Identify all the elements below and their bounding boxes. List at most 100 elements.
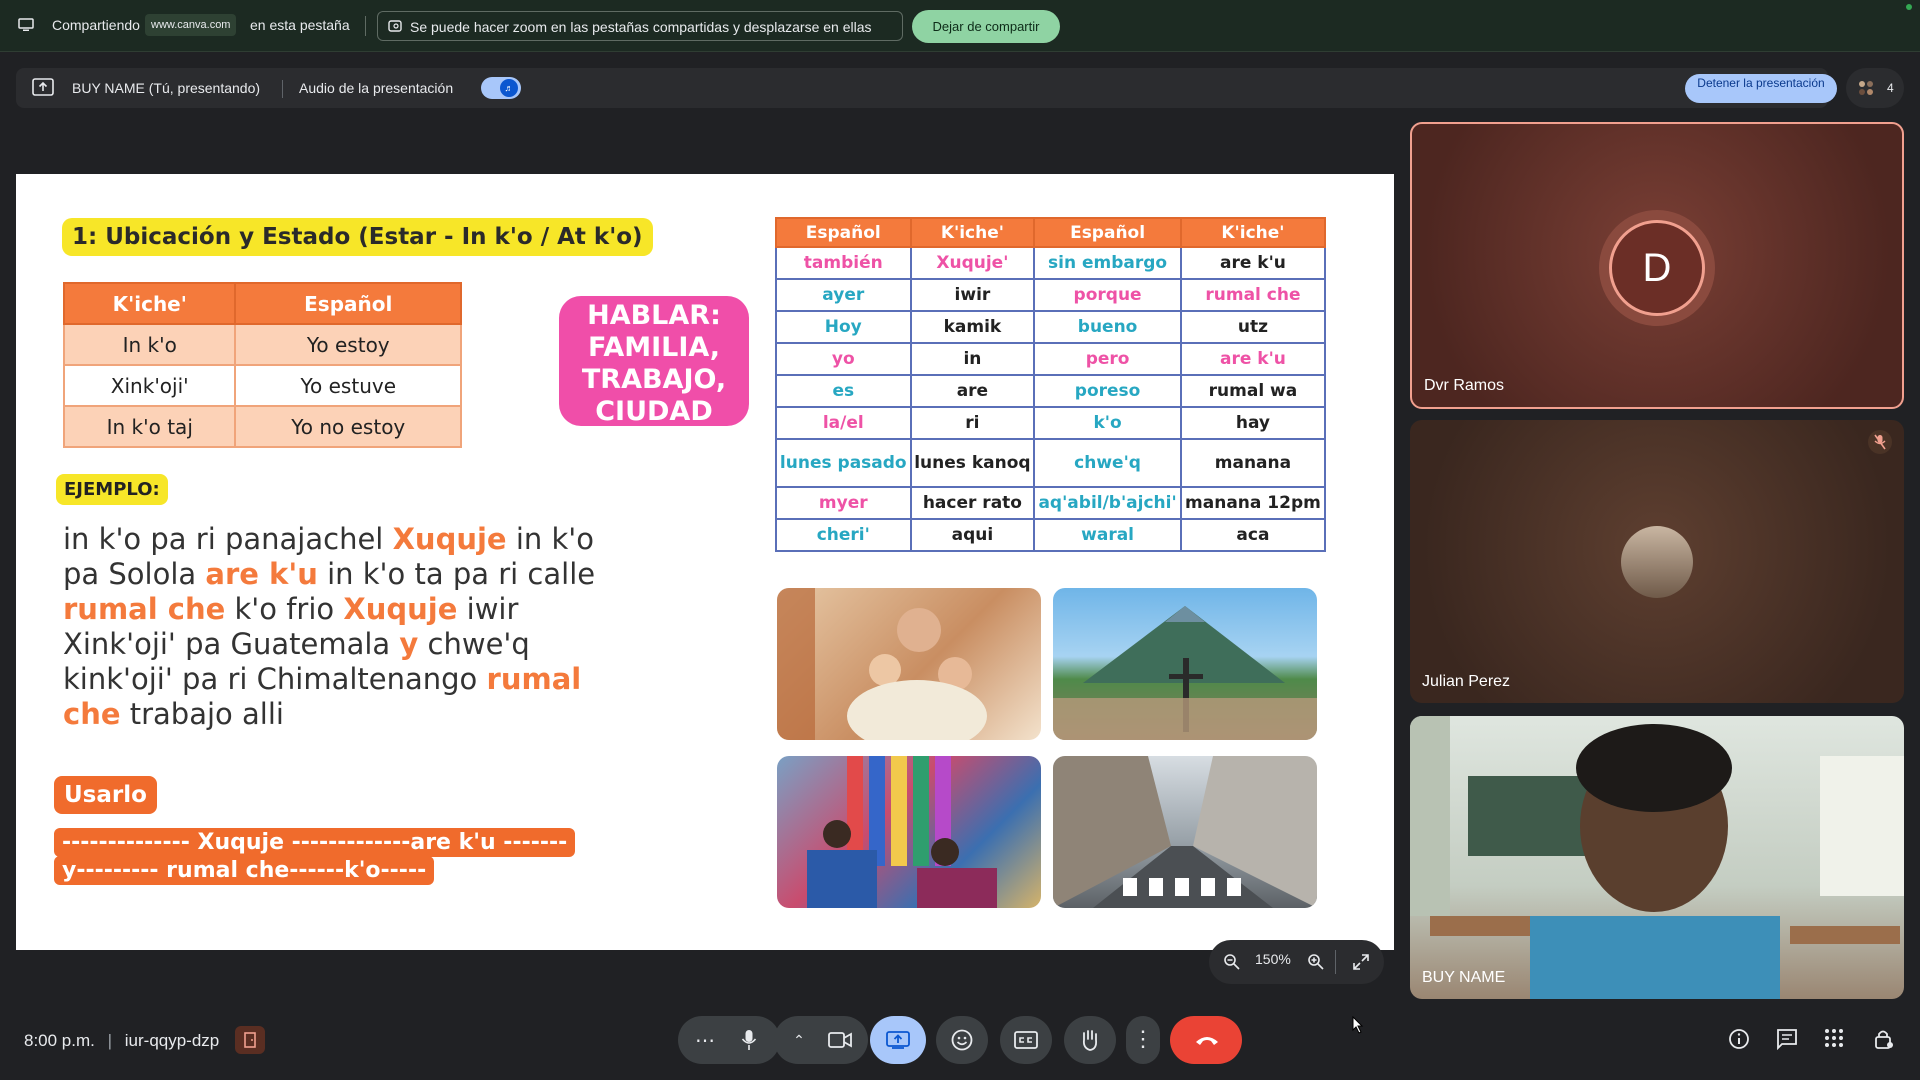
street-photo: [1053, 756, 1317, 908]
table-cell: Xuquje': [909, 246, 1036, 280]
table-cell: poreso: [1033, 374, 1182, 408]
raise-hand-button[interactable]: [1064, 1016, 1116, 1064]
table-header: Español: [1033, 217, 1182, 248]
presenting-bar: BUY NAME (Tú, presentando) Audio de la p…: [16, 68, 1837, 108]
camera-icon[interactable]: [828, 1031, 852, 1049]
end-call-icon: [1196, 1037, 1218, 1045]
emoji-icon: [951, 1029, 973, 1051]
example-highlight: Xuquje: [392, 522, 507, 556]
fullscreen-icon[interactable]: [1352, 953, 1370, 971]
mic-off-icon: [1874, 434, 1886, 450]
table-row: myer hacer rato aq'abil/b'ajchi' manana …: [775, 486, 1327, 520]
volcano-photo: [1053, 588, 1317, 740]
shared-slide[interactable]: 1: Ubicación y Estado (Estar - In k'o / …: [16, 174, 1394, 950]
usarlo-line: -------------- Xuquje -------------are k…: [54, 828, 576, 857]
stop-presenting-button[interactable]: Detener la presentación: [1685, 74, 1837, 103]
divider: |: [107, 1031, 113, 1050]
example-text: trabajo alli: [120, 697, 284, 731]
usarlo-label: Usarlo: [54, 776, 157, 814]
slide-title: 1: Ubicación y Estado (Estar - In k'o / …: [62, 218, 653, 256]
table-cell: manana: [1179, 438, 1327, 488]
table-cell: hacer rato: [909, 486, 1036, 520]
table-cell: are k'u: [1179, 246, 1327, 280]
table-cell: Yo no estoy: [234, 405, 462, 448]
table-cell: rumal wa: [1179, 374, 1327, 408]
cursor-icon: [1352, 1016, 1364, 1034]
emoji-button[interactable]: [936, 1016, 988, 1064]
example-text: in k'o pa ri panajachel: [63, 522, 393, 556]
table-row: In k'o taj Yo no estoy: [62, 405, 462, 448]
usarlo-line: y--------- rumal che------k'o-----: [54, 856, 435, 885]
camera-group: ⌃: [774, 1016, 868, 1064]
participant-tile-julian-perez[interactable]: Julian Perez: [1410, 420, 1904, 703]
table-cell: in: [909, 342, 1036, 376]
stop-sharing-button[interactable]: Dejar de compartir: [912, 10, 1060, 43]
table-cell: utz: [1179, 310, 1327, 344]
participants-button[interactable]: 4: [1846, 68, 1904, 108]
activities-icon[interactable]: [1824, 1028, 1844, 1048]
table-cell: are: [909, 374, 1036, 408]
table-row: es are poreso rumal wa: [775, 374, 1327, 408]
zoom-in-icon[interactable]: [1307, 953, 1325, 971]
table-cell: Yo estoy: [234, 323, 462, 366]
table-cell: porque: [1033, 278, 1182, 312]
table-cell: aca: [1179, 518, 1327, 552]
present-button[interactable]: [870, 1016, 926, 1064]
table-row: In k'o Yo estoy: [62, 323, 462, 366]
table-cell: aq'abil/b'ajchi': [1033, 486, 1182, 520]
captions-icon: [1014, 1031, 1038, 1049]
participant-tile-buy-name[interactable]: BUY NAME: [1410, 716, 1904, 999]
table-cell: aqui: [909, 518, 1036, 552]
screen-share-icon: [18, 18, 34, 31]
door-icon: [244, 1032, 256, 1048]
table-cell: sin embargo: [1033, 246, 1182, 280]
clock: 8:00 p.m.: [24, 1031, 95, 1050]
zoom-control: 150%: [1209, 940, 1384, 984]
host-lock-icon[interactable]: [1874, 1028, 1894, 1050]
divider: [282, 80, 283, 98]
captions-button[interactable]: [1000, 1016, 1052, 1064]
table-cell: ayer: [775, 278, 912, 312]
table-cell: hay: [1179, 406, 1327, 440]
table-cell: también: [775, 246, 912, 280]
hand-icon: [1082, 1030, 1098, 1051]
example-text: in k'o ta pa ri calle: [317, 557, 596, 591]
table-cell: Yo estuve: [234, 364, 462, 407]
volcano-illustration: [1053, 606, 1317, 740]
divider: [365, 16, 366, 36]
table-cell: cheri': [775, 518, 912, 552]
more-options-button[interactable]: ⋮: [1126, 1016, 1160, 1064]
table-row: la/el ri k'o hay: [775, 406, 1327, 440]
info-icon[interactable]: [1728, 1028, 1750, 1050]
table-cell: kamik: [909, 310, 1036, 344]
zoom-notice: Se puede hacer zoom en las pestañas comp…: [377, 11, 903, 41]
zoom-out-icon[interactable]: [1223, 953, 1241, 971]
table-cell: waral: [1033, 518, 1182, 552]
table-cell: rumal che: [1179, 278, 1327, 312]
vocabulary-table: Español K'iche' Español K'iche' también …: [775, 217, 1327, 552]
table-cell: are k'u: [1179, 342, 1327, 376]
table-cell: lunes pasado: [775, 438, 912, 488]
table-cell: ri: [909, 406, 1036, 440]
table-cell: es: [775, 374, 912, 408]
meeting-code: iur-qqyp-dzp: [124, 1031, 220, 1050]
presentation-audio-toggle[interactable]: ♬: [481, 77, 521, 99]
table-cell: bueno: [1033, 310, 1182, 344]
table-cell: yo: [775, 342, 912, 376]
street-illustration: [1053, 756, 1317, 908]
end-call-button[interactable]: [1170, 1016, 1242, 1064]
tab-zoom-icon: [388, 20, 402, 32]
volume-icon: ♬: [500, 79, 518, 97]
ejemplo-label: EJEMPLO:: [56, 474, 168, 505]
table-cell: lunes kanoq: [909, 438, 1036, 488]
chat-icon[interactable]: [1776, 1028, 1798, 1050]
table-cell: myer: [775, 486, 912, 520]
table-row: Xink'oji' Yo estuve: [62, 364, 462, 407]
estar-table: K'iche' Español In k'o Yo estoy Xink'oji…: [62, 282, 462, 448]
more-vert-icon: ⋮: [1132, 1026, 1154, 1051]
shared-url: www.canva.com: [145, 14, 237, 36]
participant-tile-dvr-ramos[interactable]: D Dvr Ramos: [1410, 122, 1904, 409]
table-cell: Hoy: [775, 310, 912, 344]
host-controls-button[interactable]: [235, 1026, 265, 1054]
zoom-level: 150%: [1255, 951, 1291, 967]
